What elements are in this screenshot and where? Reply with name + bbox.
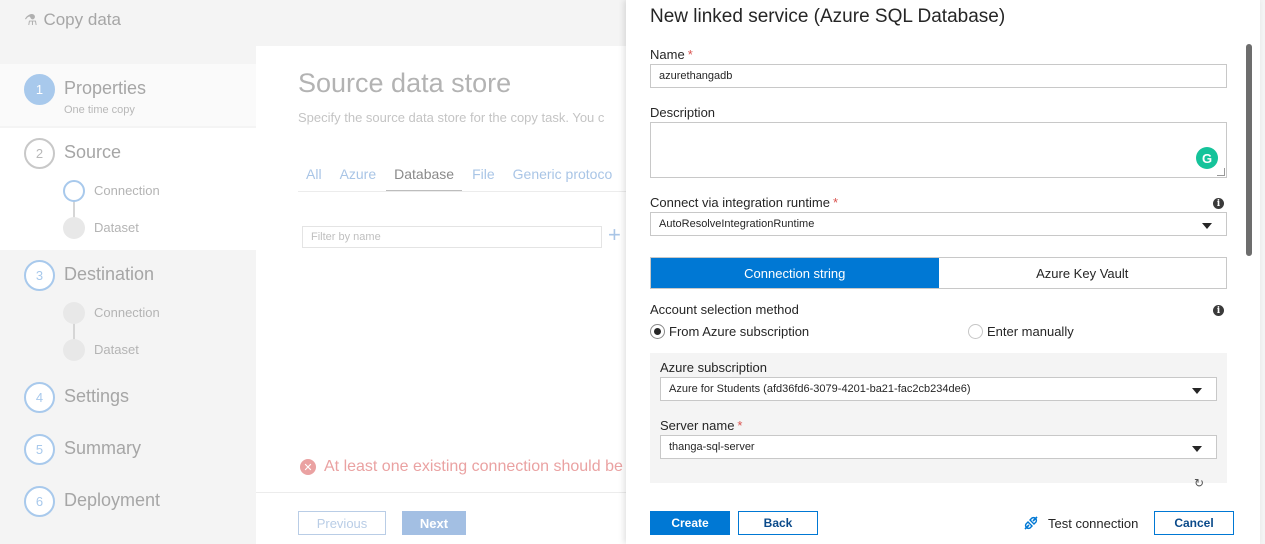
- subscription-label: Azure subscription: [660, 360, 767, 375]
- app-title-text: Copy data: [43, 10, 121, 29]
- runtime-label: Connect via integration runtime *: [650, 195, 838, 210]
- server-name-label-text: Server name: [660, 418, 735, 433]
- panel-title: New linked service (Azure SQL Database): [650, 6, 1006, 27]
- tab-all[interactable]: All: [298, 158, 330, 192]
- step-sublabel: One time copy: [64, 104, 135, 116]
- runtime-label-text: Connect via integration runtime: [650, 195, 830, 210]
- server-name-label: Server name *: [660, 418, 742, 433]
- refresh-icon[interactable]: ↻: [1194, 476, 1204, 490]
- app-title: ⚗ Copy data: [24, 10, 121, 30]
- subscription-section: Azure subscription Azure for Students (a…: [650, 353, 1227, 483]
- chevron-down-icon: [1192, 446, 1202, 452]
- cancel-button[interactable]: Cancel: [1154, 511, 1234, 535]
- tab-database[interactable]: Database: [386, 158, 463, 192]
- runtime-value: AutoResolveIntegrationRuntime: [659, 218, 815, 230]
- grammarly-icon[interactable]: G: [1196, 147, 1218, 169]
- resize-handle[interactable]: [1217, 168, 1225, 176]
- description-label: Description: [650, 105, 716, 120]
- info-icon[interactable]: i: [1213, 305, 1224, 316]
- server-name-value: thanga-sql-server: [669, 441, 755, 453]
- error-message: ✕ At least one existing connection shoul…: [300, 458, 623, 476]
- step-source[interactable]: 2 Source Connection Dataset: [0, 128, 256, 250]
- step-label: Source: [64, 142, 122, 162]
- name-label: Name *: [650, 47, 693, 62]
- name-input[interactable]: azurethangadb: [650, 64, 1227, 88]
- store-type-tabs: All Azure Database File Generic protoco: [298, 158, 622, 192]
- description-textarea[interactable]: G: [650, 122, 1227, 178]
- connection-type-toggle: Connection string Azure Key Vault: [650, 257, 1227, 289]
- panel-footer: Create Back Test connection Cancel: [626, 492, 1260, 544]
- radio-label: From Azure subscription: [669, 324, 810, 339]
- tabs-divider: [298, 191, 638, 192]
- substep-dataset[interactable]: Dataset: [94, 342, 139, 357]
- step-label: Destination: [64, 264, 155, 284]
- step-number: 1: [24, 74, 55, 105]
- step-label: Properties: [64, 78, 147, 98]
- step-label: Deployment: [64, 490, 161, 510]
- step-number: 6: [24, 486, 55, 517]
- page-title: Source data store: [298, 68, 512, 98]
- page-description: Specify the source data store for the co…: [298, 110, 605, 125]
- add-icon[interactable]: +: [608, 222, 621, 248]
- tab-generic-protocol[interactable]: Generic protoco: [505, 158, 621, 192]
- substep-current-indicator: [63, 180, 85, 202]
- substep-dataset[interactable]: Dataset: [94, 220, 139, 235]
- radio-from-subscription[interactable]: From Azure subscription: [650, 324, 809, 339]
- azure-key-vault-button[interactable]: Azure Key Vault: [939, 258, 1227, 288]
- tab-file[interactable]: File: [464, 158, 503, 192]
- step-deployment[interactable]: 6 Deployment: [0, 476, 256, 538]
- step-number: 5: [24, 434, 55, 465]
- tab-azure[interactable]: Azure: [332, 158, 385, 192]
- panel-scrollbar[interactable]: [1246, 44, 1252, 256]
- source-data-store-pane: Source data store Specify the source dat…: [256, 46, 638, 544]
- step-label: Settings: [64, 386, 130, 406]
- required-marker: *: [687, 47, 693, 62]
- step-label: Summary: [64, 438, 142, 458]
- substep-connection[interactable]: Connection: [94, 305, 160, 320]
- name-label-text: Name: [650, 47, 685, 62]
- filter-input[interactable]: Filter by name: [302, 226, 602, 248]
- wizard-footer: Previous Next: [256, 492, 636, 544]
- radio-selected-icon[interactable]: [650, 324, 665, 339]
- subscription-value: Azure for Students (afd36fd6-3079-4201-b…: [669, 383, 971, 395]
- substep-indicator: [63, 302, 85, 324]
- server-name-select[interactable]: thanga-sql-server: [660, 435, 1217, 459]
- runtime-select[interactable]: AutoResolveIntegrationRuntime: [650, 212, 1227, 236]
- new-linked-service-panel: New linked service (Azure SQL Database) …: [626, 0, 1260, 544]
- create-button[interactable]: Create: [650, 511, 730, 535]
- account-selection-label: Account selection method: [650, 302, 799, 317]
- step-number: 4: [24, 382, 55, 413]
- previous-button[interactable]: Previous: [298, 511, 386, 535]
- error-text: At least one existing connection should …: [324, 458, 623, 475]
- substep-indicator: [63, 217, 85, 239]
- radio-unselected-icon[interactable]: [968, 324, 983, 339]
- radio-label: Enter manually: [987, 324, 1074, 339]
- substep-indicator: [63, 339, 85, 361]
- step-destination[interactable]: 3 Destination Connection Dataset: [0, 250, 256, 372]
- copy-data-icon: ⚗: [24, 12, 38, 29]
- substep-connection[interactable]: Connection: [94, 183, 160, 198]
- radio-enter-manually[interactable]: Enter manually: [968, 324, 1074, 339]
- step-number: 3: [24, 260, 55, 291]
- error-icon: ✕: [300, 459, 316, 475]
- step-number: 2: [24, 138, 55, 169]
- test-connection-label: Test connection: [1048, 515, 1139, 531]
- connection-string-button[interactable]: Connection string: [651, 258, 939, 288]
- info-icon[interactable]: i: [1213, 198, 1224, 209]
- plug-icon: [1024, 516, 1038, 530]
- required-marker: *: [737, 418, 743, 433]
- subscription-select[interactable]: Azure for Students (afd36fd6-3079-4201-b…: [660, 377, 1217, 401]
- required-marker: *: [832, 195, 838, 210]
- next-button[interactable]: Next: [402, 511, 466, 535]
- chevron-down-icon: [1192, 388, 1202, 394]
- chevron-down-icon: [1202, 223, 1212, 229]
- step-properties[interactable]: 1 Properties One time copy: [0, 64, 256, 126]
- test-connection-button[interactable]: Test connection: [1022, 514, 1138, 532]
- back-button[interactable]: Back: [738, 511, 818, 535]
